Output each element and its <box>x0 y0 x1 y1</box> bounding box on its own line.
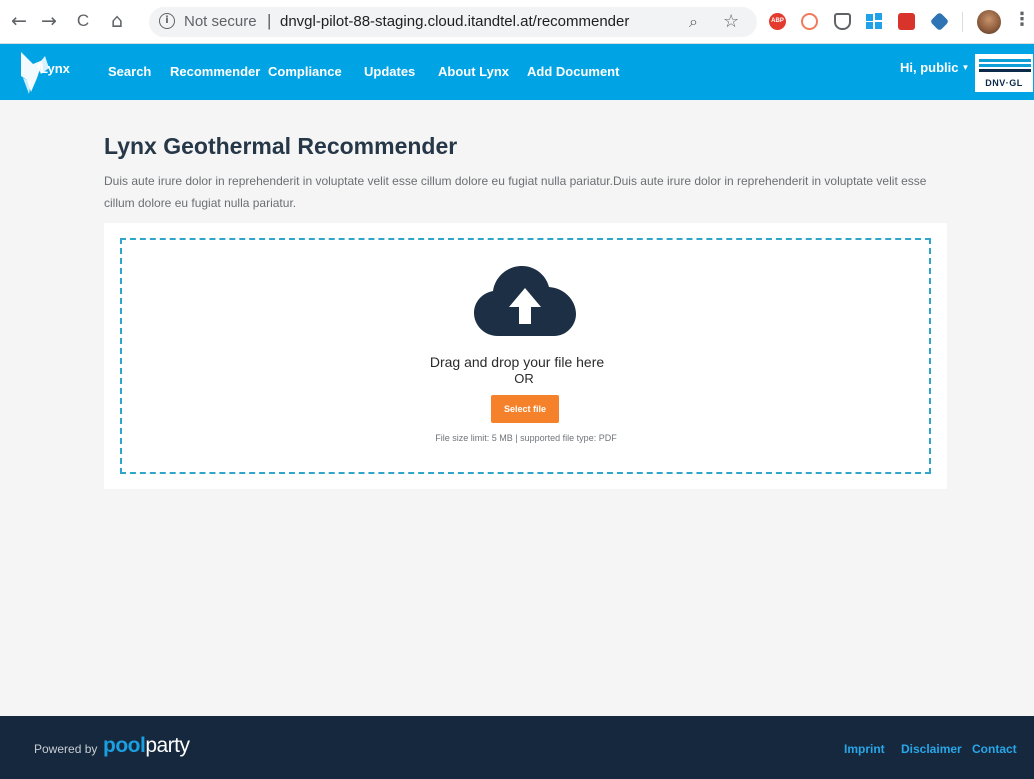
logo-stripe <box>979 59 1031 62</box>
logo-pool: pool <box>103 734 146 757</box>
dnv-gl-logo: DNV·GL <box>975 54 1033 92</box>
info-icon[interactable]: i <box>159 13 175 29</box>
windows-icon[interactable] <box>866 13 883 30</box>
address-bar[interactable]: i Not secure | dnvgl-pilot-88-staging.cl… <box>149 7 757 37</box>
url-text[interactable]: dnvgl-pilot-88-staging.cloud.itandtel.at… <box>280 13 629 30</box>
security-status[interactable]: Not secure <box>184 13 257 30</box>
file-size-hint: File size limit: 5 MB | supported file t… <box>435 433 617 443</box>
home-icon[interactable]: ⌂ <box>106 10 128 32</box>
back-icon[interactable]: ← <box>8 10 30 32</box>
app-navbar: Lynx Search Recommender Compliance Updat… <box>0 44 1034 100</box>
footer: Powered by poolparty Imprint Disclaimer … <box>0 716 1034 779</box>
poolparty-logo[interactable]: poolparty <box>103 734 190 758</box>
footer-contact-link[interactable]: Contact <box>972 742 1017 756</box>
page-description: Duis aute irure dolor in reprehenderit i… <box>104 174 927 210</box>
drag-drop-text: Drag and drop your file here <box>429 354 605 370</box>
nav-recommender[interactable]: Recommender <box>170 64 260 79</box>
adblock-plus-icon[interactable]: ABP <box>769 13 786 30</box>
cloud-upload-icon[interactable] <box>474 266 576 336</box>
browser-menu-icon[interactable]: ⋮ <box>1013 9 1031 30</box>
profile-avatar[interactable] <box>977 10 1001 34</box>
bookmark-star-icon[interactable]: ☆ <box>723 11 739 32</box>
logo-stripe <box>979 64 1031 67</box>
or-text: OR <box>514 371 534 386</box>
nav-add-document[interactable]: Add Document <box>527 64 619 79</box>
pocket-icon[interactable] <box>834 13 851 30</box>
logo-stripe <box>979 69 1031 72</box>
nav-compliance[interactable]: Compliance <box>268 64 342 79</box>
zoom-icon[interactable]: ⌕ <box>689 12 698 32</box>
nav-updates[interactable]: Updates <box>364 64 415 79</box>
user-menu[interactable]: Hi, public ▼ <box>900 60 969 75</box>
nav-about-lynx[interactable]: About Lynx <box>438 64 509 79</box>
brand-name[interactable]: Lynx <box>40 61 70 76</box>
footer-imprint-link[interactable]: Imprint <box>844 742 885 756</box>
dnv-gl-text: DNV·GL <box>985 78 1023 88</box>
toolbar-divider <box>962 12 963 32</box>
address-separator: | <box>267 11 272 30</box>
noscript-icon[interactable] <box>801 13 818 30</box>
nav-search[interactable]: Search <box>108 64 151 79</box>
forward-icon[interactable]: → <box>38 10 60 32</box>
select-file-button[interactable]: Select file <box>491 395 559 423</box>
user-greeting: Hi, public <box>900 60 959 75</box>
hex-extension-icon[interactable] <box>929 11 950 32</box>
browser-toolbar: ← → C ⌂ i Not secure | dnvgl-pilot-88-st… <box>0 0 1034 44</box>
red-extension-icon[interactable] <box>898 13 915 30</box>
logo-party: party <box>145 734 190 757</box>
caret-down-icon: ▼ <box>961 63 970 72</box>
reload-icon[interactable]: C <box>72 10 94 32</box>
page-title: Lynx Geothermal Recommender <box>104 133 458 159</box>
powered-by-text: Powered by <box>34 742 98 756</box>
footer-disclaimer-link[interactable]: Disclaimer <box>901 742 962 756</box>
